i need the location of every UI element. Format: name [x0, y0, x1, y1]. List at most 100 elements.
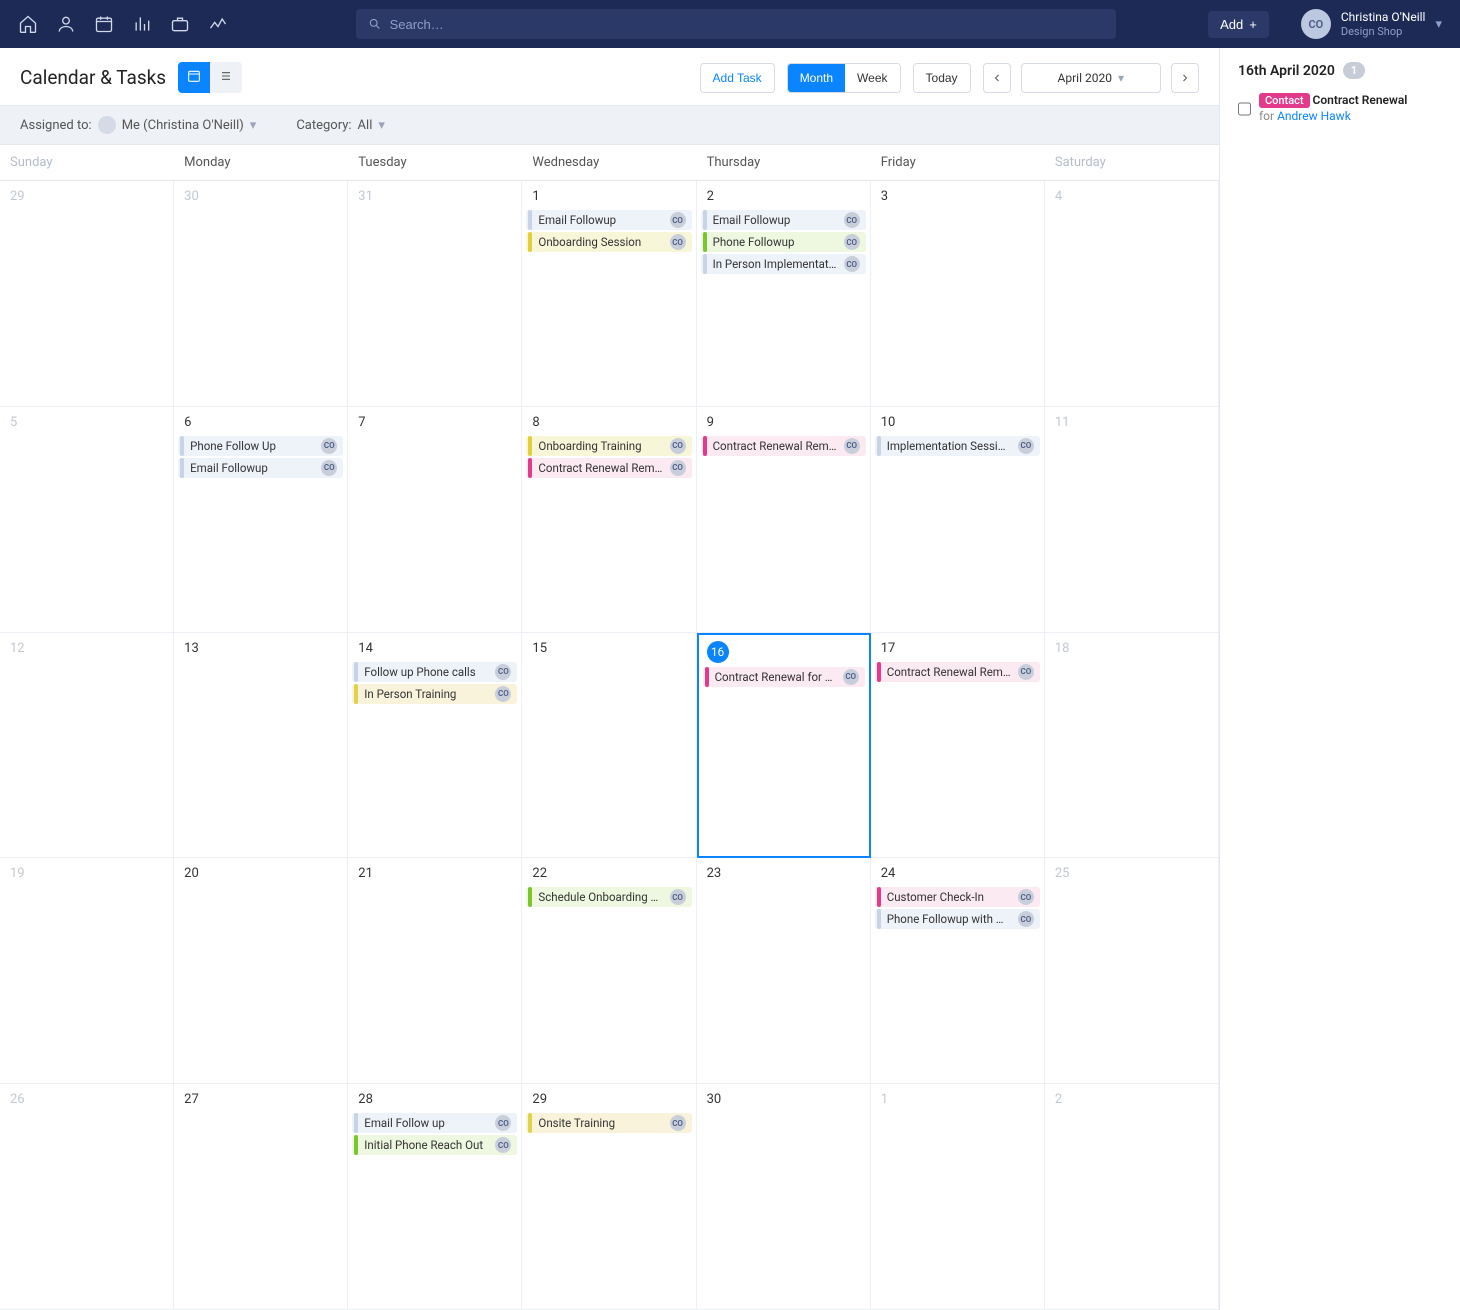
event-color-bar [877, 436, 881, 456]
calendar-event[interactable]: Implementation Session 1CO [875, 436, 1040, 456]
calendar-event[interactable]: Phone Followup with MikeCO [875, 909, 1040, 929]
calendar-cell[interactable]: 30 [697, 1084, 871, 1310]
calendar-cell[interactable]: 22Schedule Onboarding with…CO [522, 858, 696, 1084]
calendar-cell[interactable]: 13 [174, 633, 348, 859]
calendar-cell[interactable]: 17Contract Renewal ReminderCO [871, 633, 1045, 859]
event-color-bar [528, 1113, 532, 1133]
trend-icon[interactable] [208, 14, 228, 34]
calendar-cell[interactable]: 19 [0, 858, 174, 1084]
day-number: 12 [4, 637, 169, 662]
day-header: Wednesday [522, 145, 696, 180]
event-color-bar [528, 458, 532, 478]
month-range-button[interactable]: Month [788, 64, 845, 92]
calendar-cell[interactable]: 4 [1045, 181, 1219, 407]
calendar-view-button[interactable] [178, 62, 210, 93]
calendar-cell[interactable]: 30 [174, 181, 348, 407]
next-month-button[interactable] [1171, 63, 1199, 93]
user-menu[interactable]: CO Christina O'Neill Design Shop ▾ [1301, 9, 1442, 39]
search-input[interactable] [390, 17, 1104, 32]
calendar-cell[interactable]: 20 [174, 858, 348, 1084]
calendar-event[interactable]: Contract Renewal ReminderCO [701, 436, 866, 456]
calendar-event[interactable]: Phone Follow UpCO [178, 436, 343, 456]
calendar-icon[interactable] [94, 14, 114, 34]
toolbar: Calendar & Tasks Add Task Month Week Tod… [0, 48, 1219, 105]
calendar-cell[interactable]: 11 [1045, 407, 1219, 633]
home-icon[interactable] [18, 14, 38, 34]
calendar-event[interactable]: Contract Renewal for Andr…CO [703, 667, 865, 687]
side-panel: 16th April 2020 1 Contact Contract Renew… [1220, 48, 1460, 1310]
day-number: 24 [875, 862, 1040, 887]
calendar-event[interactable]: Initial Phone Reach OutCO [352, 1135, 517, 1155]
calendar-cell[interactable]: 31 [348, 181, 522, 407]
calendar-event[interactable]: Customer Check-InCO [875, 887, 1040, 907]
calendar-cell[interactable]: 9Contract Renewal ReminderCO [697, 407, 871, 633]
calendar-event[interactable]: Email FollowupCO [526, 210, 691, 230]
calendar-cell[interactable]: 6Phone Follow UpCOEmail FollowupCO [174, 407, 348, 633]
event-color-bar [877, 887, 881, 907]
calendar-cell[interactable]: 1 [871, 1084, 1045, 1310]
month-select[interactable]: April 2020 ▾ [1021, 63, 1161, 93]
day-number: 15 [526, 637, 691, 662]
analytics-icon[interactable] [132, 14, 152, 34]
calendar-cell[interactable]: 15 [522, 633, 696, 859]
calendar-cell[interactable]: 25 [1045, 858, 1219, 1084]
calendar-cell[interactable]: 16Contract Renewal for Andr…CO [697, 633, 871, 859]
side-task-item[interactable]: Contact Contract Renewal for Andrew Hawk [1238, 93, 1442, 123]
calendar-event[interactable]: Contract Renewal ReminderCO [526, 458, 691, 478]
category-filter[interactable]: Category: All ▾ [296, 116, 385, 134]
calendar-cell[interactable]: 18 [1045, 633, 1219, 859]
page-title: Calendar & Tasks [20, 66, 166, 89]
event-label: Initial Phone Reach Out [364, 1138, 489, 1152]
calendar-event[interactable]: Onboarding SessionCO [526, 232, 691, 252]
calendar-cell[interactable]: 12 [0, 633, 174, 859]
week-range-button[interactable]: Week [845, 64, 899, 92]
calendar-cell[interactable]: 2Email FollowupCOPhone FollowupCOIn Pers… [697, 181, 871, 407]
calendar-cell[interactable]: 27 [174, 1084, 348, 1310]
calendar-cell[interactable]: 28Email Follow upCOInitial Phone Reach O… [348, 1084, 522, 1310]
calendar-cell[interactable]: 29 [0, 181, 174, 407]
calendar-event[interactable]: In Person TrainingCO [352, 684, 517, 704]
calendar-cell[interactable]: 3 [871, 181, 1045, 407]
calendar-cell[interactable]: 5 [0, 407, 174, 633]
list-view-button[interactable] [210, 62, 242, 93]
add-task-button[interactable]: Add Task [700, 63, 775, 93]
calendar-event[interactable]: Email FollowupCO [701, 210, 866, 230]
task-link[interactable]: Andrew Hawk [1277, 109, 1351, 123]
calendar-cell[interactable]: 26 [0, 1084, 174, 1310]
event-avatar: CO [670, 438, 686, 454]
calendar-event[interactable]: Phone FollowupCO [701, 232, 866, 252]
calendar-event[interactable]: Email Follow upCO [352, 1113, 517, 1133]
calendar-event[interactable]: Onboarding TrainingCO [526, 436, 691, 456]
prev-month-button[interactable] [983, 63, 1011, 93]
calendar-cell[interactable]: 10Implementation Session 1CO [871, 407, 1045, 633]
event-avatar: CO [844, 234, 860, 250]
calendar-cell[interactable]: 24Customer Check-InCOPhone Followup with… [871, 858, 1045, 1084]
calendar-cell[interactable]: 29Onsite TrainingCO [522, 1084, 696, 1310]
calendar-cell[interactable]: 21 [348, 858, 522, 1084]
calendar-event[interactable]: Contract Renewal ReminderCO [875, 662, 1040, 682]
calendar-event[interactable]: Onsite TrainingCO [526, 1113, 691, 1133]
calendar-cell[interactable]: 14Follow up Phone callsCOIn Person Train… [348, 633, 522, 859]
calendar-cell[interactable]: 8Onboarding TrainingCOContract Renewal R… [522, 407, 696, 633]
calendar-event[interactable]: Follow up Phone callsCO [352, 662, 517, 682]
day-number: 26 [4, 1088, 169, 1113]
add-button[interactable]: Add + [1208, 11, 1269, 38]
assigned-filter[interactable]: Assigned to: Me (Christina O'Neill) ▾ [20, 116, 256, 134]
task-checkbox[interactable] [1238, 95, 1251, 123]
calendar-event[interactable]: Email FollowupCO [178, 458, 343, 478]
calendar-event[interactable]: In Person ImplementationCO [701, 254, 866, 274]
calendar-event[interactable]: Schedule Onboarding with…CO [526, 887, 691, 907]
day-number: 17 [875, 637, 1040, 662]
calendar-cell[interactable]: 1Email FollowupCOOnboarding SessionCO [522, 181, 696, 407]
calendar-cell[interactable]: 7 [348, 407, 522, 633]
search-box[interactable] [356, 9, 1116, 39]
calendar-cell[interactable]: 23 [697, 858, 871, 1084]
event-label: Phone Follow Up [190, 439, 315, 453]
briefcase-icon[interactable] [170, 14, 190, 34]
day-number: 30 [178, 185, 343, 210]
day-number: 2 [1049, 1088, 1214, 1113]
calendar-cell[interactable]: 2 [1045, 1084, 1219, 1310]
today-button[interactable]: Today [914, 64, 970, 92]
day-header: Sunday [0, 145, 174, 180]
person-icon[interactable] [56, 14, 76, 34]
